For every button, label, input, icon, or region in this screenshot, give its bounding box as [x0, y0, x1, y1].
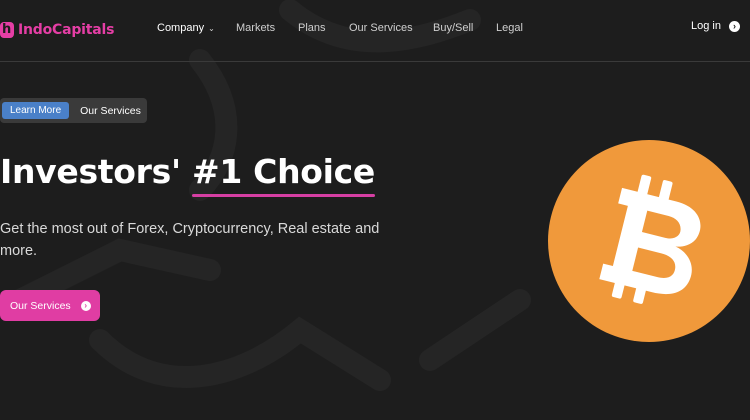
- hero-title: Investors' #1 Choice: [0, 152, 376, 197]
- nav-item-plans[interactable]: Plans: [298, 22, 326, 34]
- nav-item-company[interactable]: Company ⌄: [157, 22, 215, 34]
- hero-pill-group: Learn More Our Services: [0, 98, 147, 123]
- login-button[interactable]: Log in ›: [691, 20, 740, 32]
- nav-item-legal[interactable]: Legal: [496, 22, 523, 34]
- top-navbar: h IndoCapitals Company ⌄ Markets Plans O…: [0, 0, 750, 62]
- hero-title-highlight: #1 Choice: [191, 152, 376, 197]
- chevron-down-icon: ⌄: [208, 23, 215, 33]
- bitcoin-icon: [548, 140, 750, 342]
- nav-item-our-services[interactable]: Our Services: [349, 22, 413, 34]
- nav-item-markets[interactable]: Markets: [236, 22, 275, 34]
- hero-subtitle: Get the most out of Forex, Cryptocurrenc…: [0, 221, 380, 259]
- arrow-circle-right-icon: ›: [80, 300, 91, 311]
- arrow-circle-right-icon: ›: [729, 20, 740, 32]
- nav-item-buy-sell[interactable]: Buy/Sell: [433, 22, 473, 34]
- our-services-pill-link[interactable]: Our Services: [80, 105, 141, 117]
- our-services-button[interactable]: Our Services ›: [0, 290, 100, 321]
- main-nav: Company ⌄ Markets Plans Our Services Buy…: [0, 0, 750, 58]
- learn-more-button[interactable]: Learn More: [2, 102, 70, 119]
